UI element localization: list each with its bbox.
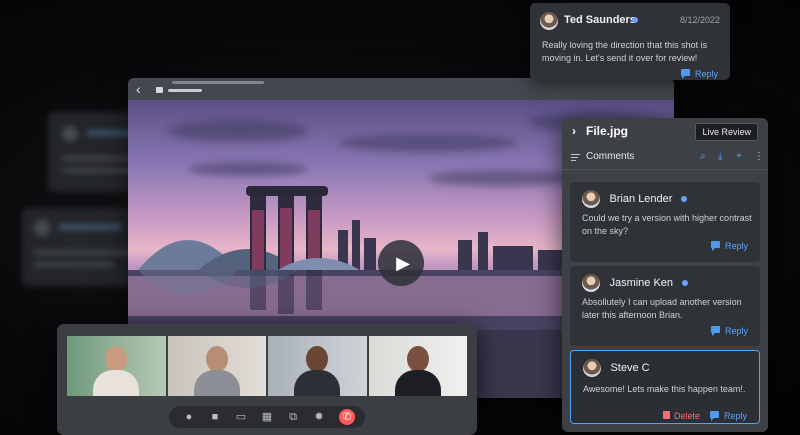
breadcrumb[interactable] (168, 89, 202, 92)
reply-button[interactable]: Reply (710, 236, 748, 254)
camera-icon[interactable]: ■ (207, 409, 223, 425)
reply-label: Reply (724, 326, 748, 336)
pop-out-icon[interactable]: ⧉ (285, 409, 301, 425)
comment-message: Absollutely I can upload another version… (582, 297, 742, 320)
play-button[interactable]: ▶ (378, 240, 424, 286)
live-review-button[interactable]: Live Review (695, 123, 758, 141)
comments-label: Comments (586, 151, 635, 162)
search-icon[interactable]: ⌕ (700, 151, 706, 162)
filter-icon[interactable] (571, 154, 580, 163)
add-user-icon[interactable]: + (736, 151, 742, 162)
comment-message: Could we try a version with higher contr… (582, 213, 752, 236)
avatar (540, 12, 558, 30)
video-call-window: ● ■ ▭ ▦ ⧉ ✹ ✆ (57, 324, 477, 435)
comment-item[interactable]: Jasmine Ken Absollutely I can upload ano… (570, 266, 760, 346)
reply-label: Reply (724, 241, 748, 251)
avatar (583, 359, 601, 377)
delete-label: Delete (674, 411, 701, 421)
screen-share-icon[interactable]: ▭ (233, 409, 249, 425)
comment-author: Brian Lender (609, 193, 673, 205)
reply-button[interactable]: Reply (709, 406, 747, 424)
reply-button[interactable]: Reply (680, 64, 718, 82)
avatar (582, 190, 600, 208)
participant-video[interactable] (368, 336, 467, 396)
participant-tiles (67, 336, 467, 396)
participant-video[interactable] (167, 336, 266, 396)
participant-video[interactable] (268, 336, 367, 396)
online-indicator (680, 196, 687, 202)
settings-icon[interactable]: ✹ (311, 409, 327, 425)
file-name: File.jpg (586, 124, 628, 138)
microphone-icon[interactable]: ● (181, 409, 197, 425)
back-icon[interactable]: ‹ (136, 80, 141, 98)
call-controls: ● ■ ▭ ▦ ⧉ ✹ ✆ (169, 406, 365, 428)
viewer-title-placeholder (172, 81, 264, 84)
app-stage: ‹ ▶ Ted Saunders 8/12/2022 Really loving… (0, 0, 800, 435)
comment-message: Awesome! Lets make this happen team!. (583, 384, 746, 394)
comment-item-selected[interactable]: Steve C Awesome! Lets make this happen t… (570, 350, 760, 424)
reply-label: Reply (694, 69, 718, 79)
online-indicator (681, 280, 688, 286)
comment-author: Jasmine Ken (609, 277, 674, 289)
trash-icon (663, 410, 670, 419)
grid-icon[interactable]: ▦ (259, 409, 275, 425)
comment-item[interactable]: Brian Lender Could we try a version with… (570, 182, 760, 262)
download-icon[interactable]: ⤓ (718, 151, 722, 162)
delete-button[interactable]: Delete (663, 406, 700, 424)
reply-icon (680, 69, 690, 80)
review-panel: › File.jpg Live Review Comments ⌕ ⤓ + ⋮ … (562, 118, 768, 432)
comment-author: Steve C (610, 362, 650, 374)
more-icon[interactable]: ⋮ (754, 151, 764, 162)
comment-author: Ted Saunders (564, 14, 636, 26)
panel-header: › File.jpg Live Review (562, 118, 768, 146)
reply-button[interactable]: Reply (710, 321, 748, 339)
folder-icon (156, 87, 163, 93)
comment-message: Really loving the direction that this sh… (542, 40, 708, 63)
end-call-icon[interactable]: ✆ (339, 409, 355, 425)
comment-date: 8/12/2022 (679, 15, 720, 25)
reply-icon (710, 241, 720, 252)
avatar (582, 274, 600, 292)
top-comment-card: Ted Saunders 8/12/2022 Really loving the… (530, 3, 730, 80)
participant-video[interactable] (67, 336, 166, 396)
viewer-toolbar: ‹ (128, 78, 674, 100)
online-indicator (632, 17, 638, 23)
chevron-right-icon[interactable]: › (572, 124, 576, 138)
reply-icon (709, 411, 719, 422)
reply-icon (710, 326, 720, 337)
comments-toolbar: Comments ⌕ ⤓ + ⋮ (562, 146, 768, 170)
reply-label: Reply (723, 411, 747, 421)
